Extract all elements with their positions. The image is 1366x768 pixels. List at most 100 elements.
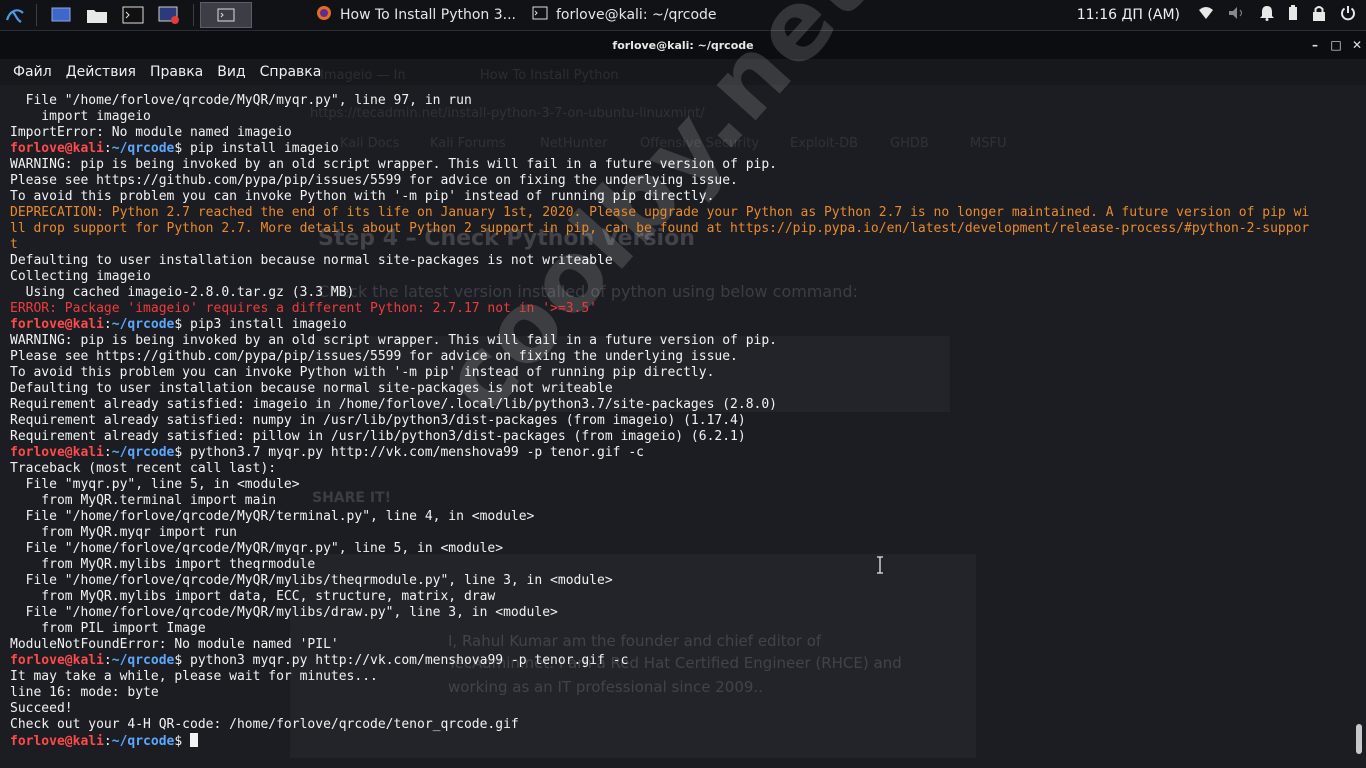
prompt-user: forlove@kali <box>10 734 104 749</box>
terminal-launcher-icon[interactable] <box>115 0 151 30</box>
terminal-line: ModuleNotFoundError: No module named 'PI… <box>10 637 1352 653</box>
prompt-colon: : <box>103 734 112 749</box>
minimize-button[interactable]: – <box>1304 31 1326 59</box>
terminal-line: Defaulting to user installation because … <box>10 381 1352 397</box>
terminal-line: File "myqr.py", line 5, in <module> <box>10 477 1352 493</box>
terminal-line-text: from MyQR.myqr import run <box>10 525 237 540</box>
terminal-line: File "/home/forlove/qrcode/MyQR/terminal… <box>10 509 1352 525</box>
terminal-line-text: line 16: mode: byte <box>10 685 159 700</box>
terminal-line-text: Please see https://github.com/pypa/pip/i… <box>10 349 738 364</box>
close-button[interactable]: ✕ <box>1346 31 1366 59</box>
terminal-line-text: from MyQR.mylibs import data, ECC, struc… <box>10 589 496 604</box>
terminal-line-text: Traceback (most recent call last): <box>10 461 277 476</box>
terminal-line: ImportError: No module named imageio <box>10 125 1352 141</box>
terminal-line: ERROR: Package 'imageio' requires a diff… <box>10 301 1352 317</box>
prompt-user: forlove@kali <box>10 317 104 332</box>
prompt-path: ~/qrcode <box>111 653 175 668</box>
menu-help[interactable]: Справка <box>253 64 329 80</box>
terminal-line-text: File "myqr.py", line 5, in <module> <box>10 477 300 492</box>
volume-icon[interactable] <box>1228 6 1246 24</box>
terminal-line-text: To avoid this problem you can invoke Pyt… <box>10 189 715 204</box>
prompt-sign: $ <box>174 445 191 460</box>
terminal-command-line: forlove@kali:~/qrcode$ python3.7 myqr.py… <box>10 445 1352 461</box>
prompt-sign: $ <box>174 141 191 156</box>
window-titlebar[interactable]: forlove@kali: ~/qrcode – □ ✕ <box>0 31 1366 59</box>
battery-icon[interactable] <box>1288 5 1298 25</box>
terminal-line: line 16: mode: byte <box>10 685 1352 701</box>
command-text: python3 myqr.py http://vk.com/menshova99… <box>190 653 629 668</box>
menu-actions[interactable]: Действия <box>59 64 143 80</box>
terminal-line-text: WARNING: pip is being invoked by an old … <box>10 157 778 172</box>
terminal-line: Defaulting to user installation because … <box>10 253 1352 269</box>
terminal-line: from PIL import Image <box>10 621 1352 637</box>
prompt-colon: : <box>103 653 112 668</box>
wifi-icon[interactable] <box>1198 6 1214 24</box>
prompt-path: ~/qrcode <box>111 317 175 332</box>
workspace-switcher[interactable] <box>200 2 252 28</box>
menu-view[interactable]: Вид <box>210 64 252 80</box>
prompt-colon: : <box>103 141 112 156</box>
terminal-line-text: t <box>10 237 18 252</box>
prompt-colon: : <box>103 445 112 460</box>
terminal-line: ll drop support for Python 2.7. More det… <box>10 221 1352 237</box>
terminal-line: WARNING: pip is being invoked by an old … <box>10 157 1352 173</box>
terminal-line-text: ImportError: No module named imageio <box>10 125 292 140</box>
terminal-line-text: Check out your 4-H QR-code: /home/forlov… <box>10 717 519 732</box>
terminal-line: It may take a while, please wait for min… <box>10 669 1352 685</box>
terminal-line: Please see https://github.com/pypa/pip/i… <box>10 349 1352 365</box>
lock-icon[interactable] <box>1312 5 1326 25</box>
terminal-line-text: File "/home/forlove/qrcode/MyQR/terminal… <box>10 509 535 524</box>
terminal-line: from MyQR.mylibs import data, ECC, struc… <box>10 589 1352 605</box>
terminal-cursor <box>190 733 199 747</box>
terminal-line-text: WARNING: pip is being invoked by an old … <box>10 333 778 348</box>
terminal-line: DEPRECATION: Python 2.7 reached the end … <box>10 205 1352 221</box>
terminal-line-text: ll drop support for Python 2.7. More det… <box>10 221 1310 236</box>
scrollbar-thumb[interactable] <box>1356 724 1362 754</box>
power-icon[interactable] <box>1340 5 1356 25</box>
clock[interactable]: 11:16 ДП (AM) <box>1077 7 1180 23</box>
root-terminal-icon[interactable] <box>151 0 187 30</box>
maximize-button[interactable]: □ <box>1325 31 1347 59</box>
terminal-line: t <box>10 237 1352 253</box>
terminal-line-text: File "/home/forlove/qrcode/MyQR/myqr.py"… <box>10 93 472 108</box>
terminal-line-text: Succeed! <box>10 701 73 716</box>
terminal-scrollbar[interactable] <box>1352 85 1366 768</box>
prompt-sign: $ <box>174 317 191 332</box>
text-cursor-icon <box>876 556 884 574</box>
prompt-sign: $ <box>174 653 191 668</box>
terminal-line: Please see https://github.com/pypa/pip/i… <box>10 173 1352 189</box>
prompt-user: forlove@kali <box>10 653 104 668</box>
menu-edit[interactable]: Правка <box>143 64 210 80</box>
terminal-line: from MyQR.terminal import main <box>10 493 1352 509</box>
terminal-icon <box>532 6 548 24</box>
menu-file[interactable]: Файл <box>6 64 59 80</box>
terminal-line-text: File "/home/forlove/qrcode/MyQR/mylibs/d… <box>10 605 558 620</box>
prompt-path: ~/qrcode <box>111 445 175 460</box>
kali-menu-icon[interactable] <box>0 0 30 30</box>
terminal-line-text: import imageio <box>10 109 151 124</box>
terminal-line-text: Collecting imageio <box>10 269 151 284</box>
terminal-line: Requirement already satisfied: imageio i… <box>10 397 1352 413</box>
firefox-icon <box>316 5 332 25</box>
command-text: pip3 install imageio <box>190 317 347 332</box>
terminal-line: File "/home/forlove/qrcode/MyQR/myqr.py"… <box>10 541 1352 557</box>
task-terminal[interactable]: forlove@kali: ~/qrcode <box>524 0 740 30</box>
terminal-line-text: ERROR: Package 'imageio' requires a diff… <box>10 301 597 316</box>
terminal-line-text: To avoid this problem you can invoke Pyt… <box>10 365 715 380</box>
terminal-line: File "/home/forlove/qrcode/MyQR/myqr.py"… <box>10 93 1352 109</box>
panel-separator <box>193 4 194 26</box>
terminal-line: File "/home/forlove/qrcode/MyQR/mylibs/d… <box>10 605 1352 621</box>
task-browser[interactable]: How To Install Python 3... <box>308 0 524 30</box>
show-desktop-icon[interactable] <box>43 0 79 30</box>
file-manager-icon[interactable] <box>79 0 115 30</box>
notification-bell-icon[interactable] <box>1260 5 1274 25</box>
prompt-path: ~/qrcode <box>111 141 175 156</box>
terminal-line-text: It may take a while, please wait for min… <box>10 669 378 684</box>
terminal-line: import imageio <box>10 109 1352 125</box>
terminal-line: Requirement already satisfied: pillow in… <box>10 429 1352 445</box>
terminal-output[interactable]: File "/home/forlove/qrcode/MyQR/myqr.py"… <box>0 85 1352 768</box>
terminal-line: from MyQR.myqr import run <box>10 525 1352 541</box>
terminal-command-line: forlove@kali:~/qrcode$ pip install image… <box>10 141 1352 157</box>
terminal-line: Using cached imageio-2.8.0.tar.gz (3.3 M… <box>10 285 1352 301</box>
system-tray: 11:16 ДП (AM) <box>1077 5 1366 25</box>
